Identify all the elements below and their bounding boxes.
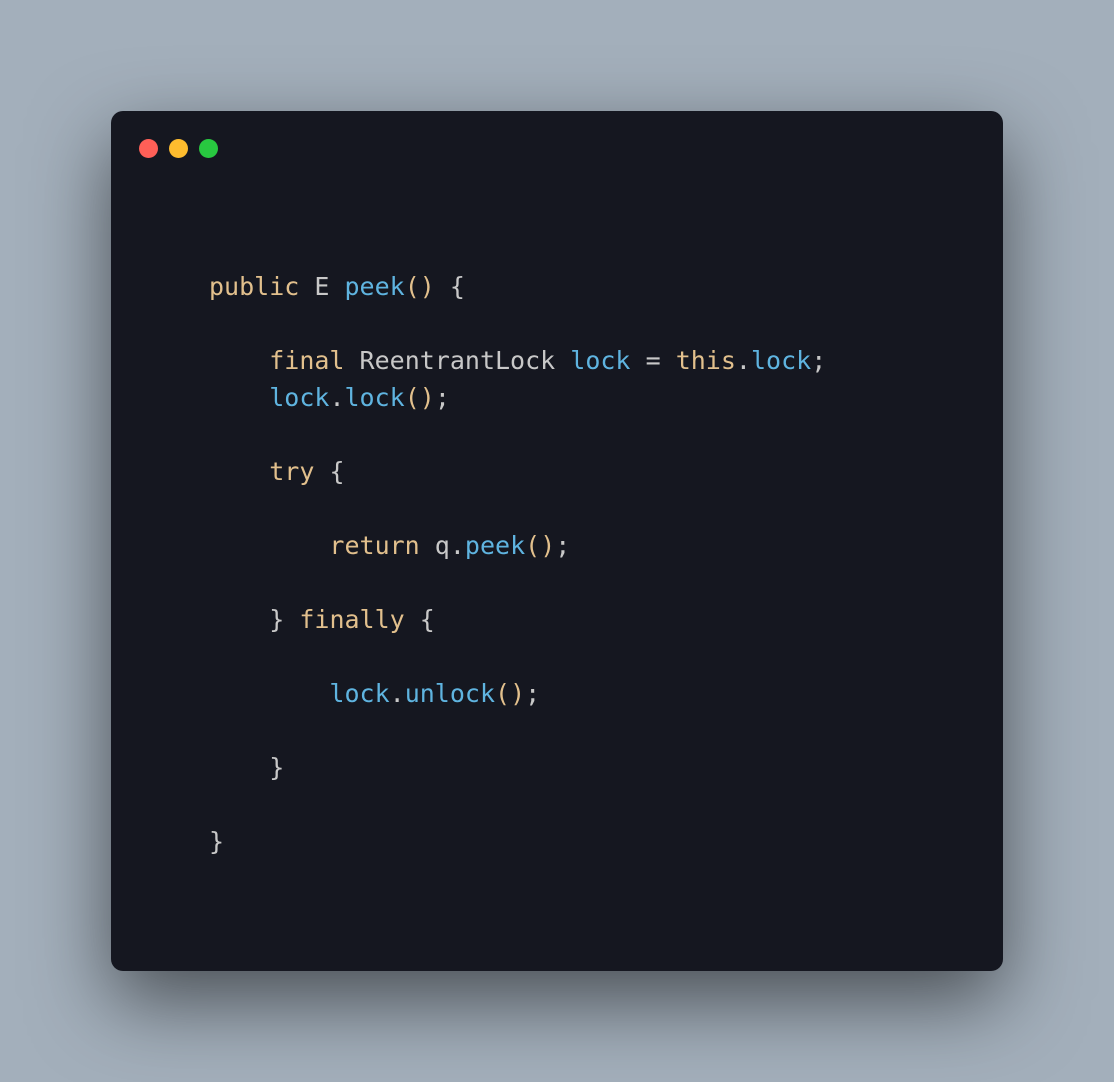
type-reentrantlock: ReentrantLock: [360, 346, 556, 375]
keyword-public: public: [209, 272, 299, 301]
parens: (): [405, 272, 435, 301]
window-titlebar: [111, 111, 1003, 158]
minimize-icon[interactable]: [169, 139, 188, 158]
code-editor[interactable]: public E peek() { final ReentrantLock lo…: [111, 158, 1003, 860]
code-window: public E peek() { final ReentrantLock lo…: [111, 111, 1003, 971]
ident-lock: lock: [329, 679, 389, 708]
dot: .: [329, 383, 344, 412]
method-unlock: unlock: [405, 679, 495, 708]
parens: (): [495, 679, 525, 708]
keyword-this: this: [676, 346, 736, 375]
keyword-try: try: [269, 457, 314, 486]
keyword-return: return: [329, 531, 419, 560]
type-generic: E: [314, 272, 329, 301]
parens: (): [405, 383, 435, 412]
brace-close: }: [209, 827, 224, 856]
brace-open: {: [329, 457, 344, 486]
ident-q: q: [435, 531, 450, 560]
semicolon: ;: [555, 531, 570, 560]
dot: .: [390, 679, 405, 708]
method-peek: peek: [465, 531, 525, 560]
prop-lock: lock: [751, 346, 811, 375]
dot: .: [450, 531, 465, 560]
brace-close: }: [269, 605, 284, 634]
ident-lock: lock: [570, 346, 630, 375]
keyword-final: final: [269, 346, 344, 375]
keyword-finally: finally: [299, 605, 404, 634]
op-equals: =: [646, 346, 661, 375]
brace-open: {: [450, 272, 465, 301]
maximize-icon[interactable]: [199, 139, 218, 158]
parens: (): [525, 531, 555, 560]
brace-close: }: [269, 753, 284, 782]
function-peek: peek: [345, 272, 405, 301]
semicolon: ;: [811, 346, 826, 375]
method-lock: lock: [345, 383, 405, 412]
semicolon: ;: [525, 679, 540, 708]
ident-lock: lock: [269, 383, 329, 412]
brace-open: {: [420, 605, 435, 634]
semicolon: ;: [435, 383, 450, 412]
close-icon[interactable]: [139, 139, 158, 158]
dot: .: [736, 346, 751, 375]
